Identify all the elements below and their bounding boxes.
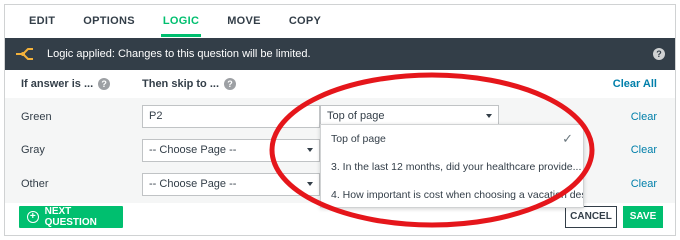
page-field[interactable]: P2 [142, 105, 320, 128]
answer-column-header: If answer is ... ? [21, 78, 111, 90]
page-select-value: -- Choose Page -- [149, 178, 237, 190]
answer-header-label: If answer is ... [21, 78, 94, 90]
next-question-button[interactable]: + NEXT QUESTION [19, 206, 123, 228]
logic-branch-icon [15, 47, 43, 61]
checkmark-icon: ✓ [562, 131, 573, 146]
clear-all-link[interactable]: Clear All [613, 78, 657, 90]
dropdown-option[interactable]: 4. How important is cost when choosing a… [321, 181, 583, 209]
option-label: 3. In the last 12 months, did your healt… [331, 161, 582, 173]
help-icon[interactable]: ? [653, 48, 665, 60]
tab-bar: EDIT OPTIONS LOGIC MOVE COPY [5, 5, 675, 38]
tab-copy[interactable]: COPY [275, 5, 335, 38]
answer-label: Gray [21, 144, 45, 156]
logic-panel: EDIT OPTIONS LOGIC MOVE COPY Logic appli… [4, 4, 676, 236]
clear-link[interactable]: Clear [631, 111, 657, 123]
tab-move[interactable]: MOVE [213, 5, 275, 38]
skip-header-label: Then skip to ... [142, 78, 220, 90]
answer-label: Other [21, 178, 49, 190]
page-select[interactable]: -- Choose Page -- [142, 173, 320, 196]
skip-column-header: Then skip to ... ? [142, 78, 237, 90]
dropdown-option[interactable]: Top of page ✓ [321, 125, 583, 153]
chevron-down-icon [307, 182, 313, 186]
clear-link[interactable]: Clear [631, 178, 657, 190]
banner-text: Logic applied: Changes to this question … [47, 48, 311, 60]
chevron-down-icon [307, 148, 313, 152]
dropdown-option[interactable]: 3. In the last 12 months, did your healt… [321, 153, 583, 181]
save-button[interactable]: SAVE [623, 206, 663, 228]
option-label: 4. How important is cost when choosing a… [331, 189, 583, 201]
plus-circle-icon: + [27, 211, 39, 223]
column-header-row: If answer is ... ? Then skip to ... ? Cl… [5, 70, 675, 98]
tab-edit[interactable]: EDIT [15, 5, 69, 38]
skip-to-value: Top of page [327, 110, 385, 122]
cancel-button[interactable]: CANCEL [565, 206, 617, 228]
next-question-label: NEXT QUESTION [44, 206, 97, 228]
skip-help-icon[interactable]: ? [224, 78, 237, 90]
option-label: Top of page [331, 133, 386, 145]
logic-applied-banner: Logic applied: Changes to this question … [5, 38, 675, 70]
chevron-down-icon [486, 114, 492, 118]
answer-help-icon[interactable]: ? [98, 78, 111, 90]
tab-logic[interactable]: LOGIC [149, 5, 213, 38]
answer-label: Green [21, 111, 52, 123]
page-select-value: -- Choose Page -- [149, 144, 237, 156]
tab-options[interactable]: OPTIONS [69, 5, 149, 38]
clear-link[interactable]: Clear [631, 144, 657, 156]
skip-to-dropdown-menu: Top of page ✓ 3. In the last 12 months, … [320, 124, 584, 208]
page-select[interactable]: -- Choose Page -- [142, 139, 320, 162]
